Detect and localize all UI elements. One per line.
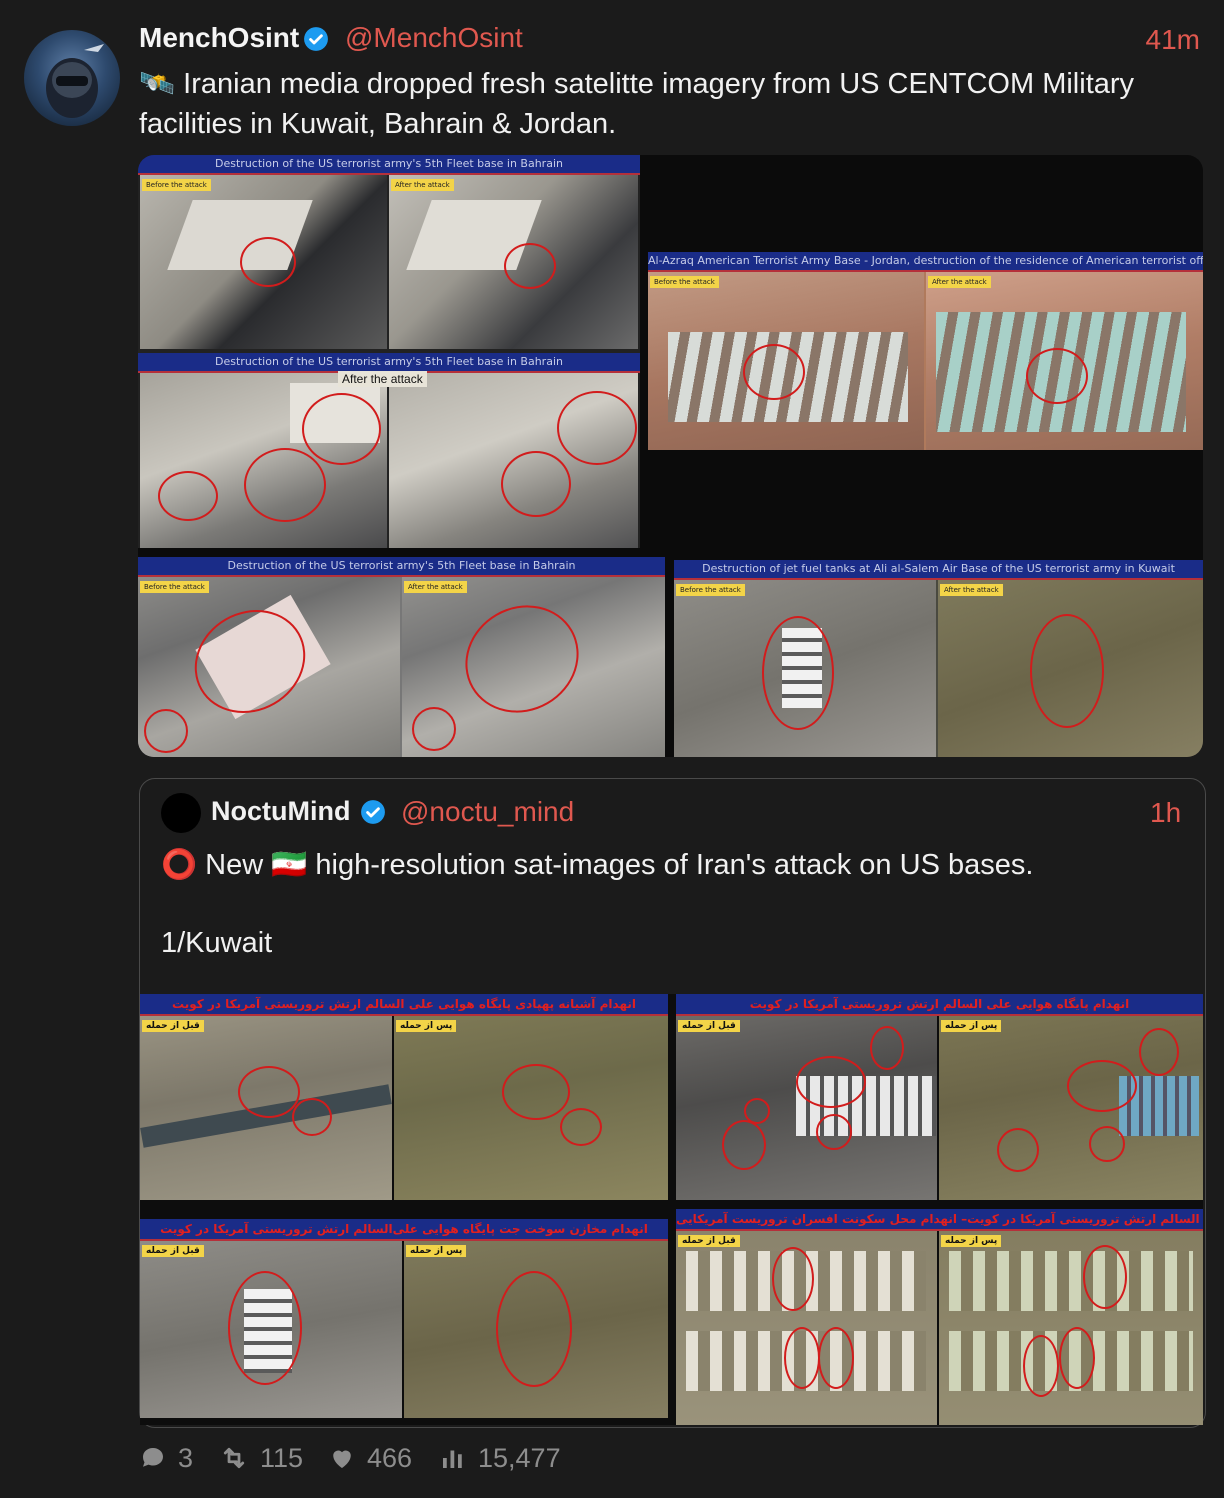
quoted-image-2[interactable]: انهدام پایگاه هوایی علی السالم ارتش ترور… [676, 994, 1203, 1200]
after-tag: After the attack [404, 581, 467, 593]
before-tag-fa: قبل از حمله [678, 1235, 740, 1247]
tweet-timestamp[interactable]: 41m [1146, 24, 1200, 56]
quoted-image-1[interactable]: انهدام آشیانه پهپادی پایگاه هوایی علی ال… [140, 994, 668, 1200]
media-image-bahrain-1[interactable]: Destruction of the US terrorist army's 5… [138, 155, 640, 548]
after-tag: After the attack [928, 276, 991, 288]
quoted-text-line1: ⭕ New 🇮🇷 high-resolution sat-images of I… [161, 849, 1034, 881]
tweet-text-line2: facilities in Kuwait, Bahrain & Jordan. [139, 108, 617, 140]
retweet-icon [223, 1447, 245, 1469]
views-icon [443, 1450, 462, 1468]
after-tag-fa: پس از حمله [396, 1020, 457, 1032]
media-image-jordan[interactable]: Al-Azraq American Terrorist Army Base - … [648, 252, 1203, 450]
tweet-text-line1: 🛰️ Iranian media dropped fresh satelitte… [139, 68, 1135, 100]
quoted-image-3[interactable]: انهدام مخازن سوخت جت پایگاه هوایی علی‌ال… [140, 1219, 668, 1418]
retweet-button[interactable]: 115 [218, 1440, 303, 1476]
before-tag-fa: قبل از حمله [678, 1020, 740, 1032]
quoted-image-4[interactable]: پایگاه هوایی علی السالم ارتش تروریستی آم… [676, 1209, 1203, 1425]
media-image-kuwait[interactable]: Destruction of jet fuel tanks at Ali al-… [674, 560, 1203, 757]
quoted-media-grid[interactable]: انهدام آشیانه پهپادی پایگاه هوایی علی ال… [140, 994, 1203, 1425]
reply-icon [143, 1448, 163, 1467]
media-image-bahrain-2[interactable]: Destruction of the US terrorist army's 5… [138, 557, 665, 757]
like-button[interactable]: 466 [327, 1440, 412, 1476]
views-button[interactable]: 15,477 [438, 1440, 561, 1476]
before-tag: Before the attack [140, 581, 209, 593]
quoted-tweet-text: ⭕ New 🇮🇷 high-resolution sat-images of I… [161, 845, 1191, 963]
retweet-count: 115 [260, 1442, 304, 1473]
image-title: Destruction of the US terrorist army's 5… [138, 155, 640, 175]
image-title: Al-Azraq American Terrorist Army Base - … [648, 252, 1203, 272]
after-tag-fa: پس از حمله [941, 1235, 1002, 1247]
before-tag: Before the attack [142, 179, 211, 191]
heart-icon [333, 1450, 351, 1468]
quoted-author-handle[interactable]: @noctu_mind [401, 796, 574, 828]
quoted-author-name[interactable]: NoctuMind [211, 796, 350, 827]
after-overlay-label: After the attack [338, 371, 427, 387]
after-tag-fa: پس از حمله [406, 1245, 467, 1257]
author-handle[interactable]: @MenchOsint [345, 22, 523, 54]
reply-button[interactable]: 3 [138, 1440, 193, 1476]
before-tag: Before the attack [676, 584, 745, 596]
image-title: Destruction of jet fuel tanks at Ali al-… [674, 560, 1203, 580]
after-tag: After the attack [940, 584, 1003, 596]
before-tag-fa: قبل از حمله [142, 1020, 204, 1032]
before-tag-fa: قبل از حمله [142, 1245, 204, 1257]
author-name[interactable]: MenchOsint [139, 22, 299, 54]
after-tag: After the attack [391, 179, 454, 191]
views-count: 15,477 [478, 1442, 561, 1473]
quoted-timestamp[interactable]: 1h [1150, 797, 1181, 829]
quoted-text-line2: 1/Kuwait [161, 927, 273, 959]
like-count: 466 [367, 1442, 413, 1473]
tweet-media-grid[interactable]: Destruction of the US terrorist army's 5… [138, 155, 1203, 757]
image-title: انهدام آشیانه پهپادی پایگاه هوایی علی ال… [140, 994, 668, 1016]
image-title: Destruction of the US terrorist army's 5… [138, 557, 665, 577]
tweet-text: 🛰️ Iranian media dropped fresh satelitte… [139, 64, 1199, 144]
image-title: انهدام پایگاه هوایی علی السالم ارتش ترور… [676, 994, 1203, 1016]
image-title: پایگاه هوایی علی السالم ارتش تروریستی آم… [676, 1209, 1203, 1231]
after-tag-fa: پس از حمله [941, 1020, 1002, 1032]
author-avatar[interactable] [24, 30, 120, 126]
image-title-2: Destruction of the US terrorist army's 5… [138, 353, 640, 373]
quoted-author-avatar[interactable] [161, 793, 201, 833]
image-title: انهدام مخازن سوخت جت پایگاه هوایی علی‌ال… [140, 1219, 668, 1241]
reply-count: 3 [178, 1442, 194, 1473]
verified-badge-icon [360, 799, 386, 830]
before-tag: Before the attack [650, 276, 719, 288]
verified-badge-icon [303, 26, 329, 57]
